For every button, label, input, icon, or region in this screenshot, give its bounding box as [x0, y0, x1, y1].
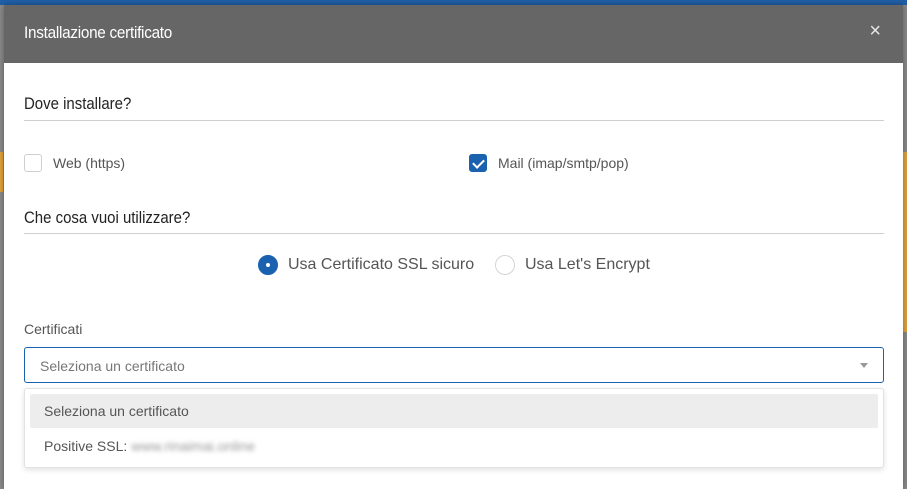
mail-label: Mail (imap/smtp/pop): [498, 155, 629, 171]
web-https-checkbox[interactable]: [24, 154, 42, 172]
dropdown-option-placeholder[interactable]: Seleziona un certificato: [30, 394, 878, 428]
lets-encrypt-label: Usa Let's Encrypt: [525, 256, 650, 273]
redacted-domain: www.rinaimai.online: [131, 438, 255, 454]
caret-down-icon: [860, 363, 868, 368]
option-label: Seleziona un certificato: [44, 403, 189, 419]
certificate-select[interactable]: Seleziona un certificato: [24, 347, 884, 383]
ssl-sicuro-label: Usa Certificato SSL sicuro: [288, 256, 475, 273]
mail-option[interactable]: Mail (imap/smtp/pop): [469, 154, 629, 172]
dropdown-option-positive-ssl[interactable]: Positive SSL: www.rinaimai.online: [30, 429, 878, 463]
ssl-sicuro-option[interactable]: Usa Certificato SSL sicuro: [258, 255, 474, 275]
web-https-option[interactable]: Web (https): [24, 154, 125, 172]
what-section-title: Che cosa vuoi utilizzare?: [24, 208, 191, 227]
certificate-install-dialog: Installazione certificato × Dove install…: [4, 5, 903, 489]
background-accent-right: [903, 152, 907, 332]
certificate-dropdown: Seleziona un certificato Positive SSL: ww…: [24, 388, 884, 468]
dialog-title: Installazione certificato: [24, 23, 173, 42]
certificate-select-value: Seleziona un certificato: [40, 358, 185, 374]
background-accent-left: [0, 152, 3, 192]
lets-encrypt-option[interactable]: Usa Let's Encrypt: [495, 255, 650, 275]
section-divider: [24, 120, 884, 121]
certificates-label: Certificati: [24, 321, 83, 337]
option-label-prefix: Positive SSL:: [44, 438, 128, 454]
web-https-label: Web (https): [53, 155, 126, 171]
mail-checkbox[interactable]: [469, 154, 487, 172]
ssl-sicuro-radio[interactable]: [258, 255, 278, 275]
where-section-title: Dove installare?: [24, 94, 132, 113]
section-divider: [24, 233, 884, 234]
option-label: Positive SSL: www.rinaimai.online: [44, 438, 255, 454]
lets-encrypt-radio[interactable]: [495, 255, 515, 275]
dialog-header: Installazione certificato ×: [4, 5, 903, 63]
close-icon[interactable]: ×: [869, 21, 881, 41]
